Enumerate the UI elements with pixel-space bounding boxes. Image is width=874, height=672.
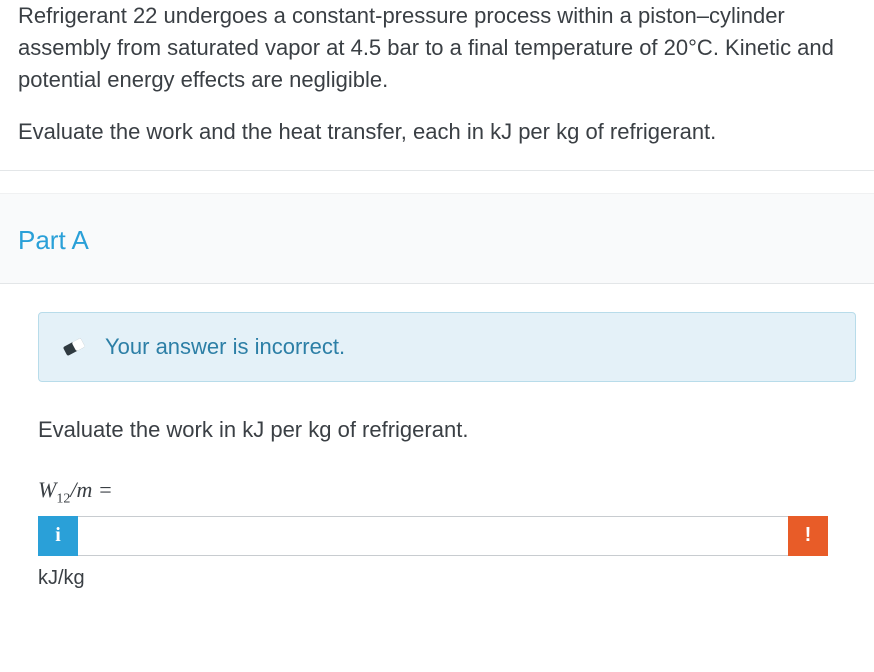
warning-button[interactable]: ! [788,516,828,556]
feedback-incorrect: Your answer is incorrect. [38,312,856,382]
unit-label: kJ/kg [38,564,856,593]
eraser-icon [61,334,87,360]
variable-sub: 12 [56,491,70,506]
variable-w: W [38,477,56,502]
answer-input-row: i ! [38,516,828,556]
part-a-title: Part A [18,222,856,260]
question-stem: Refrigerant 22 undergoes a constant-pres… [0,0,874,170]
part-a-header: Part A [0,193,874,285]
question-paragraph-2: Evaluate the work and the heat transfer,… [18,116,856,148]
info-button[interactable]: i [38,516,78,556]
variable-label: W12/m = [38,474,856,510]
warning-icon: ! [805,524,812,547]
feedback-text: Your answer is incorrect. [105,331,345,363]
part-a-body: Your answer is incorrect. Evaluate the w… [0,284,874,592]
info-icon: i [55,524,61,547]
answer-input[interactable] [78,516,788,556]
variable-rest: /m = [70,477,112,502]
divider [0,170,874,171]
part-a-subprompt: Evaluate the work in kJ per kg of refrig… [38,414,856,446]
question-paragraph-1: Refrigerant 22 undergoes a constant-pres… [18,0,856,96]
